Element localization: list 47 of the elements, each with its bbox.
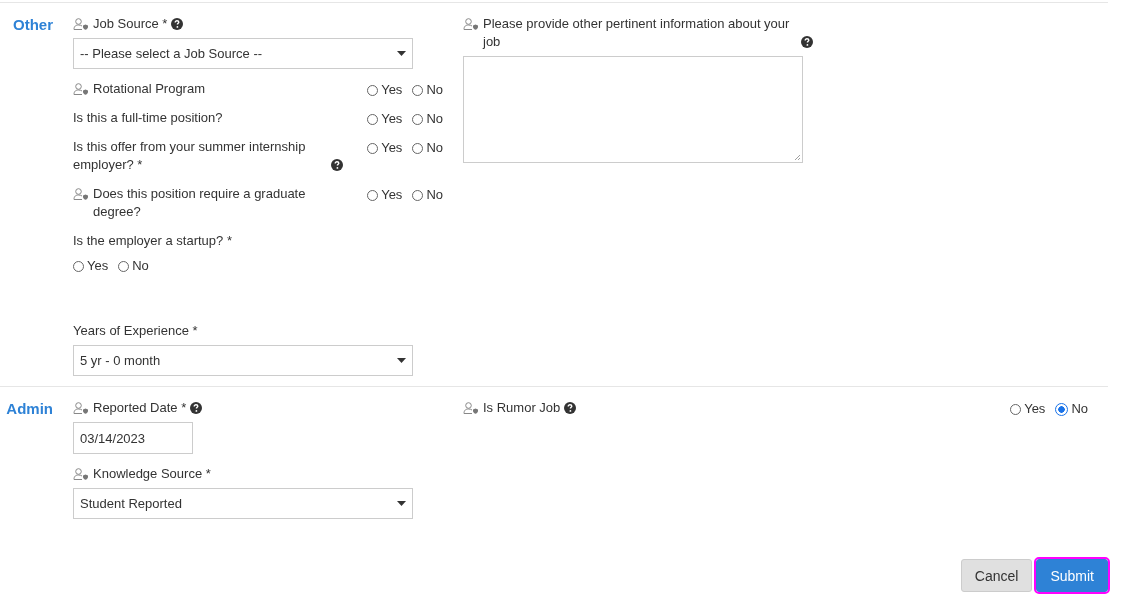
dropdown[interactable]: 5 yr - 0 month — [73, 345, 413, 376]
section-title: Admin — [5, 399, 54, 417]
radio-option[interactable]: No — [118, 258, 149, 274]
radio-option[interactable]: No — [412, 82, 443, 98]
radio-option[interactable]: Yes — [73, 258, 109, 274]
field-label: Rotational Program — [93, 80, 205, 98]
field-label: Reported Date * — [93, 399, 187, 417]
field-label: Is this offer from your summer internship employer? * — [73, 138, 307, 174]
help-icon[interactable] — [331, 159, 343, 171]
field-label: Is Rumor Job — [483, 399, 561, 417]
radio-option[interactable]: No — [1055, 401, 1088, 417]
dropdown[interactable]: Student Reported — [73, 488, 413, 519]
user-shield-icon — [463, 18, 479, 30]
radio-option[interactable]: Yes — [367, 187, 403, 203]
radio-option[interactable]: No — [412, 111, 443, 127]
dropdown[interactable]: -- Please select a Job Source -- — [73, 38, 413, 69]
help-icon[interactable] — [171, 18, 184, 30]
caret-icon — [397, 501, 406, 506]
user-shield-icon — [73, 83, 89, 95]
field-label: Years of Experience * — [73, 322, 198, 340]
user-shield-icon — [73, 188, 89, 200]
cancel-button[interactable]: Cancel — [960, 559, 1033, 592]
field-label: Does this position require a graduate degree? — [93, 185, 307, 221]
field-label: Please provide other pertinent information about your job — [483, 15, 791, 51]
user-shield-icon — [73, 18, 89, 30]
radio-option[interactable]: No — [412, 140, 443, 156]
field-label: Is the employer a startup? * — [73, 232, 232, 250]
radio-option[interactable]: No — [412, 187, 443, 203]
resize-grip-icon[interactable] — [794, 154, 801, 161]
date-field[interactable]: 03/14/2023 — [73, 422, 193, 454]
user-shield-icon — [463, 402, 479, 414]
field-label: Job Source * — [93, 15, 168, 33]
help-icon[interactable] — [801, 36, 813, 48]
user-shield-icon — [73, 468, 89, 480]
caret-icon — [397, 51, 406, 56]
user-shield-icon — [73, 402, 89, 414]
radio-option[interactable]: Yes — [1010, 401, 1046, 417]
help-icon[interactable] — [564, 402, 577, 414]
caret-icon — [397, 358, 406, 363]
help-icon[interactable] — [190, 402, 203, 414]
field-label: Is this a full-time position? — [73, 109, 223, 127]
radio-option[interactable]: Yes — [367, 140, 403, 156]
section-title: Other — [12, 15, 54, 33]
radio-option[interactable]: Yes — [367, 82, 403, 98]
submit-button[interactable]: Submit — [1036, 559, 1108, 592]
field-label: Knowledge Source * — [93, 465, 211, 483]
radio-option[interactable]: Yes — [367, 111, 403, 127]
